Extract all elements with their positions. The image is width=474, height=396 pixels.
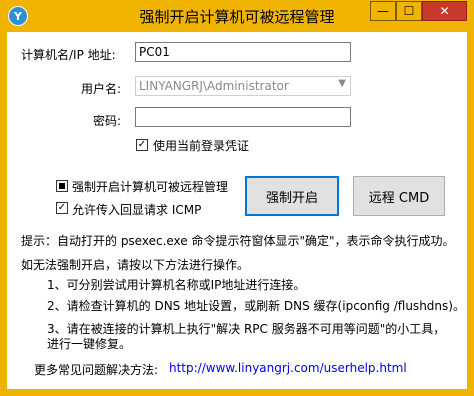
use-current-cred-checkbox[interactable]: ✓ bbox=[136, 139, 148, 151]
computer-label: 计算机名/IP 地址: bbox=[21, 48, 116, 62]
step2-text: 2、请检查计算机的 DNS 地址设置，或刷新 DNS 缓存(ipconfig /… bbox=[47, 299, 465, 313]
maximize-button[interactable]: ☐ bbox=[396, 1, 422, 21]
allow-icmp-checkbox[interactable]: ✓ bbox=[56, 202, 68, 214]
computer-input[interactable]: PC01 bbox=[135, 42, 351, 62]
minimize-button[interactable]: — bbox=[370, 1, 396, 21]
password-input[interactable] bbox=[135, 107, 351, 127]
force-enable-button[interactable]: 强制开启 bbox=[245, 176, 339, 216]
username-label: 用户名: bbox=[81, 82, 122, 96]
tip-text: 提示：自动打开的 psexec.exe 命令提示符窗体显示"确定"，表示命令执行… bbox=[21, 234, 455, 248]
password-label: 密码: bbox=[93, 114, 122, 128]
force-remote-label: 强制开启计算机可被远程管理 bbox=[72, 180, 229, 194]
step1-text: 1、可分别尝试用计算机名称或IP地址进行连接。 bbox=[47, 278, 306, 292]
chevron-down-icon[interactable]: ▼ bbox=[338, 78, 346, 89]
app-window: Y 强制开启计算机可被远程管理 — ☐ ✕ 计算机名/IP 地址: PC01 用… bbox=[0, 0, 474, 396]
client-area: 计算机名/IP 地址: PC01 用户名: LINYANGRJ\Administ… bbox=[7, 32, 467, 389]
username-value: LINYANGRJ\Administrator bbox=[139, 79, 289, 93]
step3-text-line2: 进行一键修复。 bbox=[47, 337, 132, 351]
fail-intro-text: 如无法强制开启，请按以下方法进行操作。 bbox=[21, 258, 250, 272]
allow-icmp-label: 允许传入回显请求 ICMP bbox=[72, 203, 202, 217]
title-bar[interactable]: Y 强制开启计算机可被远程管理 — ☐ ✕ bbox=[0, 0, 474, 32]
username-combo[interactable]: LINYANGRJ\Administrator ▼ bbox=[135, 76, 351, 96]
close-button[interactable]: ✕ bbox=[422, 1, 467, 21]
force-remote-checkbox[interactable] bbox=[56, 180, 68, 192]
use-current-cred-label: 使用当前登录凭证 bbox=[153, 139, 250, 153]
faq-label: 更多常见问题解决方法: bbox=[34, 363, 159, 377]
remote-cmd-button[interactable]: 远程 CMD bbox=[353, 176, 445, 216]
faq-link[interactable]: http://www.linyangrj.com/userhelp.html bbox=[169, 361, 407, 375]
